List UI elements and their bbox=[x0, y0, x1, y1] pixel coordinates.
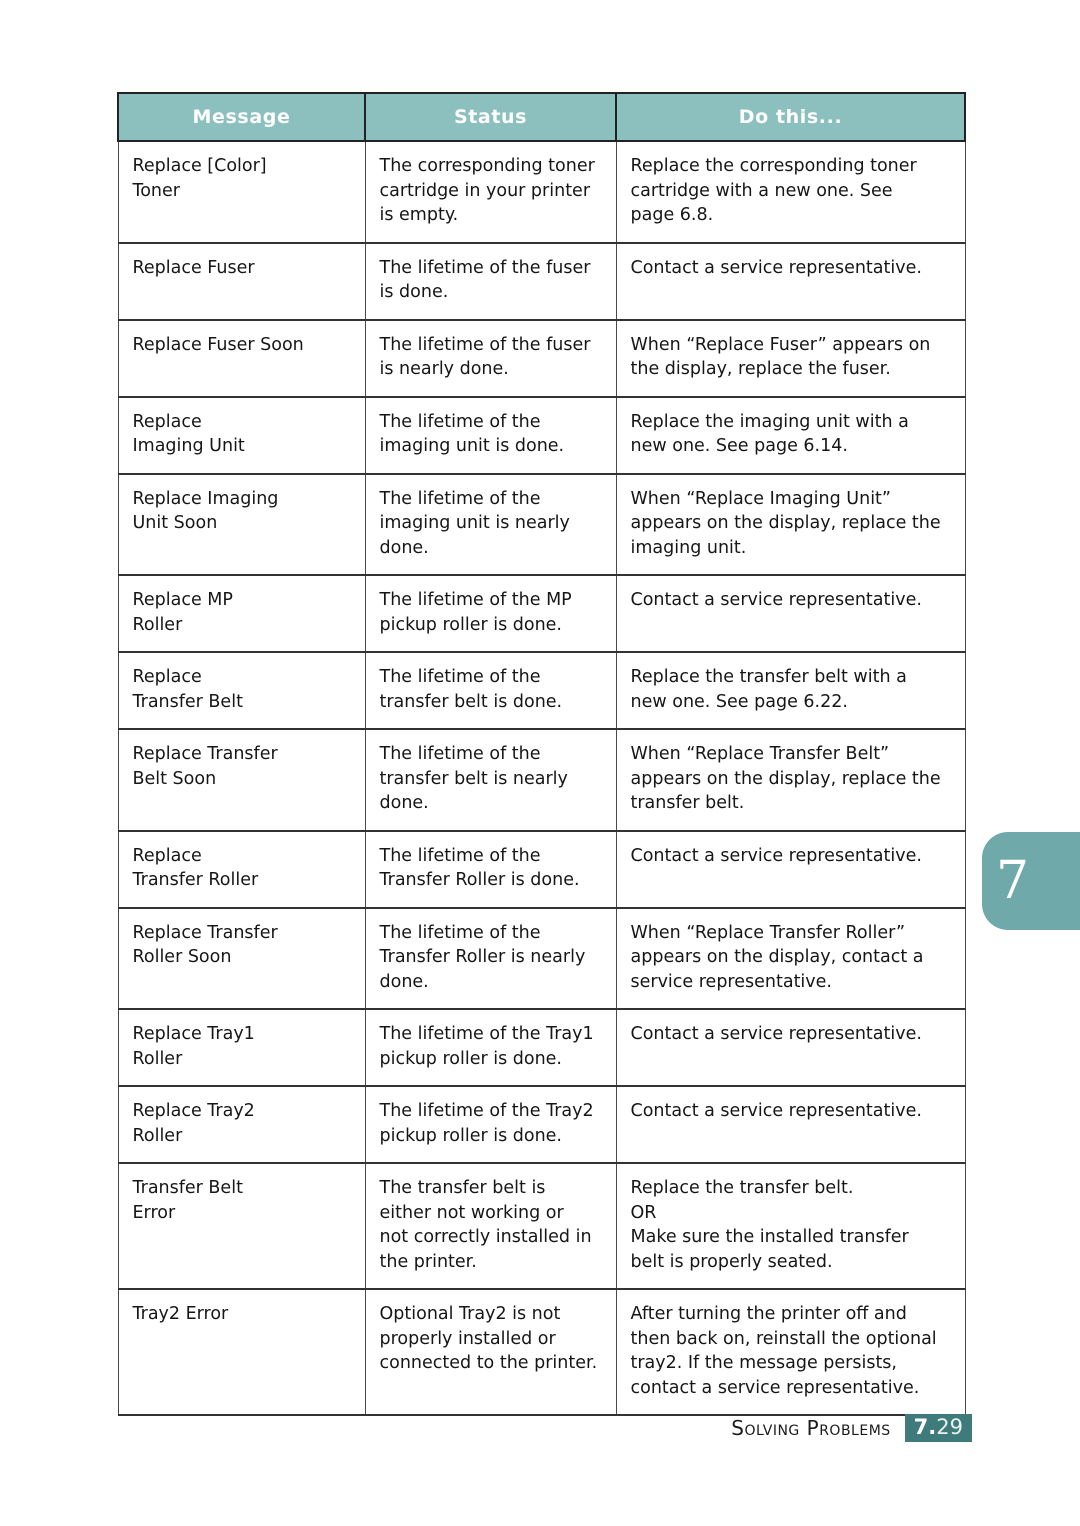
cell-status: The lifetime of the Transfer Roller is n… bbox=[364, 906, 617, 1010]
cell-message: Replace Fuser Soon bbox=[117, 318, 366, 397]
page-badge-chapter: 7. bbox=[913, 1415, 937, 1439]
cell-do-this: Replace the imaging unit with a new one.… bbox=[615, 395, 966, 474]
table-row: Replace Imaging Unit Soon The lifetime of… bbox=[117, 472, 966, 576]
table-row: Tray2 Error Optional Tray2 is not properl… bbox=[117, 1288, 966, 1416]
cell-status: The corresponding toner cartridge in you… bbox=[364, 140, 617, 243]
cell-message: Replace Tray1 Roller bbox=[117, 1008, 366, 1087]
page-footer: Solving Problems 7.29 bbox=[0, 1414, 1080, 1442]
cell-message: Replace Transfer Belt Soon bbox=[117, 728, 366, 831]
cell-do-this: Replace the transfer belt with a new one… bbox=[615, 651, 966, 730]
cell-do-this: Replace the transfer belt. OR Make sure … bbox=[615, 1162, 966, 1290]
cell-do-this: When “Replace Transfer Roller” appears o… bbox=[615, 906, 966, 1010]
cell-status: The lifetime of the imaging unit is near… bbox=[364, 472, 617, 576]
column-header-message: Message bbox=[117, 92, 366, 142]
cell-message: Replace Transfer Roller Soon bbox=[117, 906, 366, 1010]
cell-message: Replace Transfer Belt bbox=[117, 651, 366, 730]
cell-do-this: When “Replace Transfer Belt” appears on … bbox=[615, 728, 966, 831]
table-row: Replace Transfer Belt The lifetime of the… bbox=[117, 651, 966, 730]
table-row: Replace Tray1 Roller The lifetime of the … bbox=[117, 1008, 966, 1087]
column-header-status: Status bbox=[364, 92, 617, 142]
table-row: Transfer Belt Error The transfer belt is … bbox=[117, 1162, 966, 1290]
table-row: Replace [Color] Toner The corresponding t… bbox=[117, 140, 966, 243]
cell-do-this: Contact a service representative. bbox=[615, 241, 966, 320]
cell-status: The lifetime of the fuser is nearly done… bbox=[364, 318, 617, 397]
cell-message: Replace Transfer Roller bbox=[117, 829, 366, 908]
cell-do-this: Contact a service representative. bbox=[615, 574, 966, 653]
table-header-row: Message Status Do this... bbox=[117, 92, 966, 142]
cell-status: The lifetime of the imaging unit is done… bbox=[364, 395, 617, 474]
table-row: Replace MP Roller The lifetime of the MP … bbox=[117, 574, 966, 653]
cell-message: Replace Imaging Unit Soon bbox=[117, 472, 366, 576]
cell-message: Replace Tray2 Roller bbox=[117, 1085, 366, 1164]
footer-section-title: Solving Problems bbox=[731, 1416, 891, 1440]
cell-status: The lifetime of the transfer belt is don… bbox=[364, 651, 617, 730]
message-table-container: Message Status Do this... Replace [Color… bbox=[117, 92, 966, 1416]
cell-status: The lifetime of the fuser is done. bbox=[364, 241, 617, 320]
chapter-tab: 7 bbox=[982, 832, 1080, 930]
table-row: Replace Tray2 Roller The lifetime of the … bbox=[117, 1085, 966, 1164]
cell-status: The transfer belt is either not working … bbox=[364, 1162, 617, 1290]
cell-do-this: Contact a service representative. bbox=[615, 1085, 966, 1164]
table-row: Replace Imaging Unit The lifetime of the … bbox=[117, 395, 966, 474]
column-header-do-this: Do this... bbox=[615, 92, 966, 142]
table-row: Replace Transfer Belt Soon The lifetime o… bbox=[117, 728, 966, 831]
cell-do-this: Contact a service representative. bbox=[615, 829, 966, 908]
cell-status: The lifetime of the Tray2 pickup roller … bbox=[364, 1085, 617, 1164]
cell-status: The lifetime of the transfer belt is nea… bbox=[364, 728, 617, 831]
cell-message: Replace Fuser bbox=[117, 241, 366, 320]
cell-do-this: When “Replace Imaging Unit” appears on t… bbox=[615, 472, 966, 576]
page-badge-page: 29 bbox=[936, 1415, 963, 1439]
printer-message-table: Message Status Do this... Replace [Color… bbox=[117, 92, 966, 1416]
table-body: Replace [Color] Toner The corresponding t… bbox=[117, 140, 966, 1416]
cell-do-this: After turning the printer off and then b… bbox=[615, 1288, 966, 1416]
table-row: Replace Transfer Roller Soon The lifetime… bbox=[117, 906, 966, 1010]
cell-message: Transfer Belt Error bbox=[117, 1162, 366, 1290]
table-row: Replace Transfer Roller The lifetime of t… bbox=[117, 829, 966, 908]
chapter-tab-number: 7 bbox=[996, 851, 1030, 911]
table-header: Message Status Do this... bbox=[117, 92, 966, 142]
cell-status: The lifetime of the Transfer Roller is d… bbox=[364, 829, 617, 908]
cell-do-this: Replace the corresponding toner cartridg… bbox=[615, 140, 966, 243]
cell-do-this: Contact a service representative. bbox=[615, 1008, 966, 1087]
cell-message: Replace Imaging Unit bbox=[117, 395, 366, 474]
cell-status: The lifetime of the MP pickup roller is … bbox=[364, 574, 617, 653]
cell-message: Replace [Color] Toner bbox=[117, 140, 366, 243]
table-row: Replace Fuser The lifetime of the fuser i… bbox=[117, 241, 966, 320]
cell-status: The lifetime of the Tray1 pickup roller … bbox=[364, 1008, 617, 1087]
page-number-badge: 7.29 bbox=[904, 1414, 972, 1442]
table-row: Replace Fuser Soon The lifetime of the fu… bbox=[117, 318, 966, 397]
cell-status: Optional Tray2 is not properly installed… bbox=[364, 1288, 617, 1416]
cell-message: Tray2 Error bbox=[117, 1288, 366, 1416]
cell-message: Replace MP Roller bbox=[117, 574, 366, 653]
cell-do-this: When “Replace Fuser” appears on the disp… bbox=[615, 318, 966, 397]
